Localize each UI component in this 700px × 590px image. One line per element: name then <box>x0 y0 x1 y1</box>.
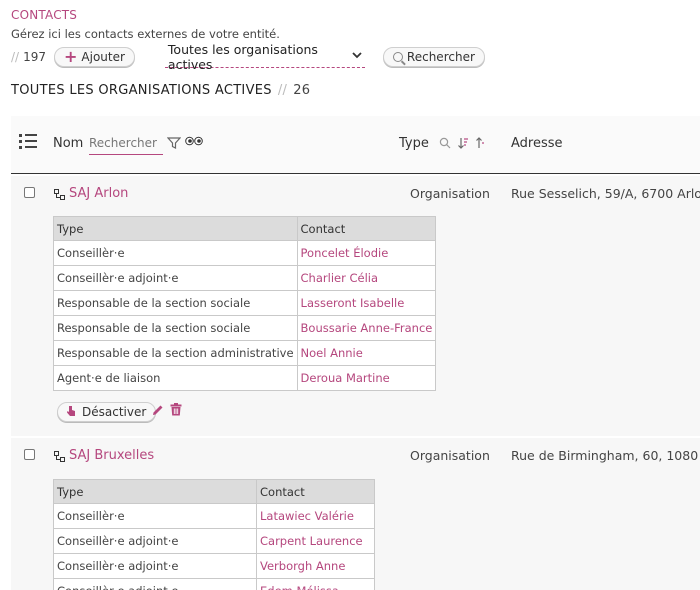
contact-row: Conseillèr·e adjoint·e Edem Mélissa <box>53 578 375 590</box>
column-header-address[interactable]: Adresse <box>511 136 563 151</box>
contact-type: Conseillèr·e <box>53 503 257 529</box>
organization-address: Rue de Birmingham, 60, 1080 Mole <box>511 448 700 463</box>
toolbar: // 197 + Ajouter Toutes les organisation… <box>11 42 485 72</box>
add-button[interactable]: + Ajouter <box>54 47 135 67</box>
organization-type: Organisation <box>410 448 490 463</box>
contacts-table: Type Contact Conseillèr·e Latawiec Valér… <box>53 479 375 590</box>
contact-type: Conseillèr·e adjoint·e <box>53 528 257 554</box>
search-button[interactable]: Rechercher <box>382 47 485 67</box>
plus-icon: + <box>64 47 78 66</box>
contact-row: Agent·e de liaison Deroua Martine <box>53 365 437 391</box>
table-row: SAJ Bruxelles Organisation Rue de Birmin… <box>11 438 700 590</box>
contacts-header-contact: Contact <box>256 479 375 504</box>
contacts-table: Type Contact Conseillèr·e Poncelet Élodi… <box>53 216 437 391</box>
contact-type: Responsable de la section administrative <box>53 340 298 366</box>
contact-name-link[interactable]: Edem Mélissa <box>256 578 375 590</box>
contact-name-link[interactable]: Charlier Célia <box>296 265 437 291</box>
contacts-header-type: Type <box>53 216 298 241</box>
page-title: CONTACTS <box>11 8 78 22</box>
contact-name-link[interactable]: Boussarie Anne-France <box>296 315 437 341</box>
hand-pointer-icon <box>66 405 76 420</box>
search-button-label: Rechercher <box>406 50 475 64</box>
column-header-name[interactable]: Nom <box>53 136 83 151</box>
table-header: Nom Rechercher Type Adresse <box>11 116 700 174</box>
chevron-down-icon <box>352 51 362 62</box>
section-separator: // <box>277 83 288 98</box>
contact-name-link[interactable]: Verborgh Anne <box>256 553 375 579</box>
organization-address: Rue Sesselich, 59/A, 6700 Arlon <box>511 186 700 201</box>
row-checkbox[interactable] <box>24 187 35 198</box>
trash-icon[interactable] <box>170 403 182 416</box>
page-subtitle: Gérez ici les contacts externes de votre… <box>11 27 280 41</box>
contact-type: Responsable de la section sociale <box>53 290 298 316</box>
column-header-type[interactable]: Type <box>399 136 429 151</box>
org-tree-icon <box>54 451 65 462</box>
sort-descending-icon[interactable] <box>457 137 469 152</box>
section-title-text: TOUTES LES ORGANISATIONS ACTIVES <box>11 83 272 98</box>
contact-name-link[interactable]: Latawiec Valérie <box>256 503 375 529</box>
pencil-icon[interactable] <box>152 404 164 416</box>
contact-row: Responsable de la section sociale Lasser… <box>53 290 437 316</box>
contact-row: Conseillèr·e Latawiec Valérie <box>53 503 375 529</box>
eyes-icon[interactable] <box>185 136 203 149</box>
contact-name-link[interactable]: Deroua Martine <box>296 365 437 391</box>
contact-row: Responsable de la section administrative… <box>53 340 437 366</box>
contacts-header-contact: Contact <box>296 216 437 241</box>
section-count: 26 <box>293 83 311 98</box>
contact-type: Conseillèr·e adjoint·e <box>53 553 257 579</box>
contact-name-link[interactable]: Poncelet Élodie <box>296 240 437 266</box>
contacts-table-header-row: Type Contact <box>53 479 375 504</box>
contacts-count: 197 <box>23 50 46 64</box>
contact-type: Agent·e de liaison <box>53 365 298 391</box>
row-checkbox[interactable] <box>24 449 35 460</box>
name-filter-input[interactable]: Rechercher <box>89 133 163 155</box>
organization-filter-value: Toutes les organisations actives <box>167 41 318 72</box>
add-button-label: Ajouter <box>81 50 125 64</box>
contacts-header-type: Type <box>53 479 257 504</box>
contact-row: Conseillèr·e Poncelet Élodie <box>53 240 437 266</box>
table-row: SAJ Arlon Organisation Rue Sesselich, 59… <box>11 176 700 436</box>
contact-name-link[interactable]: Carpent Laurence <box>256 528 375 554</box>
contact-row: Conseillèr·e adjoint·e Verborgh Anne <box>53 553 375 579</box>
contact-name-link[interactable]: Lasseront Isabelle <box>296 290 437 316</box>
contact-name-link[interactable]: Noel Annie <box>296 340 437 366</box>
deactivate-button[interactable]: Désactiver <box>57 402 157 422</box>
organization-name-link[interactable]: SAJ Arlon <box>69 186 128 201</box>
contact-type: Conseillèr·e adjoint·e <box>53 578 257 590</box>
section-title: TOUTES LES ORGANISATIONS ACTIVES // 26 <box>11 83 310 98</box>
search-icon[interactable] <box>439 137 451 152</box>
contacts-table-header-row: Type Contact <box>53 216 437 241</box>
contact-row: Responsable de la section sociale Boussa… <box>53 315 437 341</box>
deactivate-button-label: Désactiver <box>82 405 147 419</box>
sort-ascending-icon[interactable] <box>475 137 487 152</box>
contact-row: Conseillèr·e adjoint·e Charlier Célia <box>53 265 437 291</box>
contact-row: Conseillèr·e adjoint·e Carpent Laurence <box>53 528 375 554</box>
contact-type: Responsable de la section sociale <box>53 315 298 341</box>
search-icon <box>392 52 403 62</box>
contact-type: Conseillèr·e adjoint·e <box>53 265 298 291</box>
org-tree-icon <box>54 189 65 200</box>
organization-filter-select[interactable]: Toutes les organisations actives <box>164 42 365 72</box>
count-separator: // <box>11 50 20 64</box>
funnel-icon[interactable] <box>166 137 182 149</box>
organization-type: Organisation <box>410 186 490 201</box>
organization-name-link[interactable]: SAJ Bruxelles <box>69 448 154 463</box>
contact-type: Conseillèr·e <box>53 240 298 266</box>
list-icon[interactable] <box>19 133 37 149</box>
type-sort-controls <box>439 137 487 152</box>
